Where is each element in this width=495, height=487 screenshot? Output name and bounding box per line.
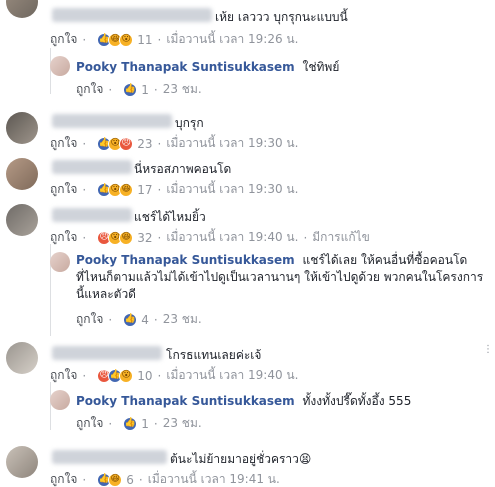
angry-reaction-icon: 😠 <box>119 136 134 151</box>
reply-author-name[interactable]: Pooky Thanapak Suntisukkasem <box>76 394 295 408</box>
edited-label[interactable]: มีการแก้ไข <box>312 228 370 247</box>
comment-text: บุกรุก <box>175 116 204 130</box>
avatar[interactable] <box>50 390 70 410</box>
comment-text: นี่หรอสภาพคอนโด <box>134 162 232 176</box>
timestamp[interactable]: เมื่อวานนี้ เวลา 19:30 น. <box>166 134 298 153</box>
avatar[interactable] <box>6 0 38 18</box>
reaction-summary[interactable]: 👍 😮 😠 <box>97 136 134 151</box>
like-reaction-icon: 👍 <box>123 312 138 327</box>
avatar[interactable] <box>6 112 38 144</box>
haha-reaction-icon: 😆 <box>108 472 123 487</box>
timestamp[interactable]: 23 ชม. <box>163 414 202 433</box>
reaction-summary[interactable]: 👍 <box>123 416 138 431</box>
reaction-summary[interactable]: 👍 😆 😮 <box>97 32 134 47</box>
reaction-summary[interactable]: 👍 <box>123 312 138 327</box>
wow-reaction-icon: 😮 <box>119 368 134 383</box>
like-link[interactable]: ถูกใจ <box>50 30 77 49</box>
reply-text-row: Pooky Thanapak Suntisukkasem ทั้งงทั้งปร… <box>76 392 411 411</box>
timestamp[interactable]: เมื่อวานนี้ เวลา 19:26 น. <box>166 30 298 49</box>
reply-text: ใช่ทิพย์ <box>302 60 340 74</box>
reply-text-block: Pooky Thanapak Suntisukkasem แชร์ได้เลย … <box>76 252 486 303</box>
like-reaction-icon: 👍 <box>123 416 138 431</box>
like-reaction-icon: 👍 <box>123 82 138 97</box>
timestamp[interactable]: 23 ชม. <box>163 80 202 99</box>
blurred-commenter-name <box>52 8 212 22</box>
reply-author-name[interactable]: Pooky Thanapak Suntisukkasem <box>76 253 295 267</box>
reaction-count: 6 <box>126 472 134 487</box>
comment-text: โกรธแทนเลยค่ะเจ้ <box>166 348 262 362</box>
like-link[interactable]: ถูกใจ <box>76 80 103 99</box>
avatar[interactable] <box>50 56 70 76</box>
reply-author-name[interactable]: Pooky Thanapak Suntisukkasem <box>76 60 295 74</box>
like-link[interactable]: ถูกใจ <box>50 180 77 199</box>
reply-text: ทั้งงทั้งปรี๊ดทั้งอึ้ง 555 <box>302 394 412 408</box>
blurred-commenter-name <box>52 160 132 174</box>
blurred-commenter-name <box>52 450 167 464</box>
reaction-summary[interactable]: 😠 👍 😮 <box>97 368 134 383</box>
reaction-count: 4 <box>141 312 149 327</box>
haha-reaction-icon: 😆 <box>119 182 134 197</box>
comment-meta: ถูกใจ · 👍 😮 😆 17 · เมื่อวานนี้ เวลา 19:30 … <box>50 180 298 199</box>
comment-text: ต้นะไม่ย้ายมาอยู่ชั่วคราว😫 <box>170 452 312 466</box>
reaction-count: 10 <box>137 368 153 383</box>
reaction-count: 1 <box>141 82 149 97</box>
comment-text: แชร์ได้ไหมยิ้ว <box>134 210 206 224</box>
reaction-summary[interactable]: 😠 😮 😆 <box>97 230 134 245</box>
timestamp[interactable]: เมื่อวานนี้ เวลา 19:40 น. <box>166 366 298 385</box>
comment-text: เห้ย เลววว บุกรุกนะแบบนี้ <box>215 10 348 24</box>
timestamp[interactable]: เมื่อวานนี้ เวลา 19:40 น. <box>166 228 298 247</box>
avatar[interactable] <box>50 252 70 272</box>
wow-reaction-icon: 😮 <box>119 32 134 47</box>
reply-meta: ถูกใจ · 👍 4 · 23 ชม. <box>76 310 202 329</box>
avatar[interactable] <box>6 342 38 374</box>
reaction-count: 1 <box>141 416 149 431</box>
timestamp[interactable]: เมื่อวานนี้ เวลา 19:30 น. <box>166 180 298 199</box>
like-link[interactable]: ถูกใจ <box>50 134 77 153</box>
blurred-commenter-name <box>52 346 162 360</box>
reaction-summary[interactable]: 👍 <box>123 82 138 97</box>
timestamp[interactable]: 23 ชม. <box>163 310 202 329</box>
avatar[interactable] <box>6 158 38 190</box>
comment-meta: ถูกใจ · 👍 😮 😠 23 · เมื่อวานนี้ เวลา 19:30 … <box>50 134 298 153</box>
comment-meta: ถูกใจ · 👍 😆 6 · เมื่อวานนี้ เวลา 19:41 น. <box>50 470 280 487</box>
reaction-summary[interactable]: 👍 😮 😆 <box>97 182 134 197</box>
more-options-icon[interactable]: ⋮ <box>483 344 493 355</box>
avatar[interactable] <box>6 204 38 236</box>
timestamp[interactable]: เมื่อวานนี้ เวลา 19:41 น. <box>148 470 280 487</box>
reaction-count: 11 <box>137 32 153 47</box>
avatar[interactable] <box>6 446 38 478</box>
like-link[interactable]: ถูกใจ <box>50 228 77 247</box>
reply-thread-line <box>50 382 51 430</box>
comment-meta: ถูกใจ · 👍 😆 😮 11 · เมื่อวานนี้ เวลา 19:26 … <box>50 30 298 49</box>
reply-meta: ถูกใจ · 👍 1 · 23 ชม. <box>76 80 202 99</box>
reaction-count: 23 <box>137 136 153 151</box>
like-link[interactable]: ถูกใจ <box>50 470 77 487</box>
like-link[interactable]: ถูกใจ <box>50 366 77 385</box>
reaction-count: 32 <box>137 230 153 245</box>
comment-meta: ถูกใจ · 😠 👍 😮 10 · เมื่อวานนี้ เวลา 19:40 … <box>50 366 298 385</box>
blurred-commenter-name <box>52 208 132 222</box>
like-link[interactable]: ถูกใจ <box>76 310 103 329</box>
reply-meta: ถูกใจ · 👍 1 · 23 ชม. <box>76 414 202 433</box>
like-link[interactable]: ถูกใจ <box>76 414 103 433</box>
reaction-summary[interactable]: 👍 😆 <box>97 472 123 487</box>
haha-reaction-icon: 😆 <box>119 230 134 245</box>
reply-text-row: Pooky Thanapak Suntisukkasem ใช่ทิพย์ <box>76 58 339 77</box>
reaction-count: 17 <box>137 182 153 197</box>
blurred-commenter-name <box>52 114 172 128</box>
comment-meta: ถูกใจ · 😠 😮 😆 32 · เมื่อวานนี้ เวลา 19:40 … <box>50 228 370 247</box>
